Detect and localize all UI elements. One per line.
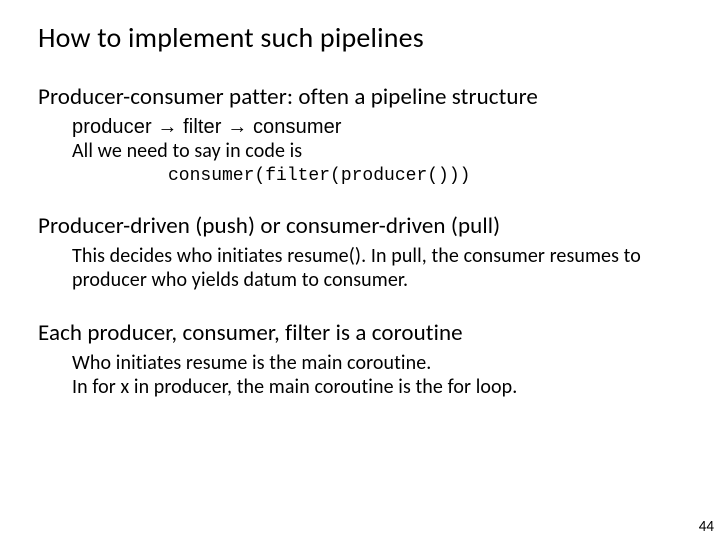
section-line: This decides who initiates resume(). In … — [72, 244, 682, 293]
pipeline-text: producer → filter → consumer — [72, 116, 342, 138]
slide-title: How to implement such pipelines — [38, 20, 682, 55]
section-heading: Producer-consumer patter: often a pipeli… — [38, 83, 682, 111]
code-line: consumer(filter(producer())) — [168, 166, 682, 186]
section-line: producer → filter → consumer — [72, 115, 682, 139]
slide: How to implement such pipelines Producer… — [0, 0, 720, 399]
section-line: In for x in producer, the main coroutine… — [72, 375, 682, 399]
section-line: Who initiates resume is the main corouti… — [72, 351, 682, 375]
section-2: Producer-driven (push) or consumer-drive… — [38, 212, 682, 293]
section-line: All we need to say in code is — [72, 139, 682, 163]
section-heading: Producer-driven (push) or consumer-drive… — [38, 212, 682, 240]
section-1: Producer-consumer patter: often a pipeli… — [38, 83, 682, 186]
section-heading: Each producer, consumer, filter is a cor… — [38, 319, 682, 347]
section-3: Each producer, consumer, filter is a cor… — [38, 319, 682, 400]
page-number: 44 — [699, 518, 714, 536]
